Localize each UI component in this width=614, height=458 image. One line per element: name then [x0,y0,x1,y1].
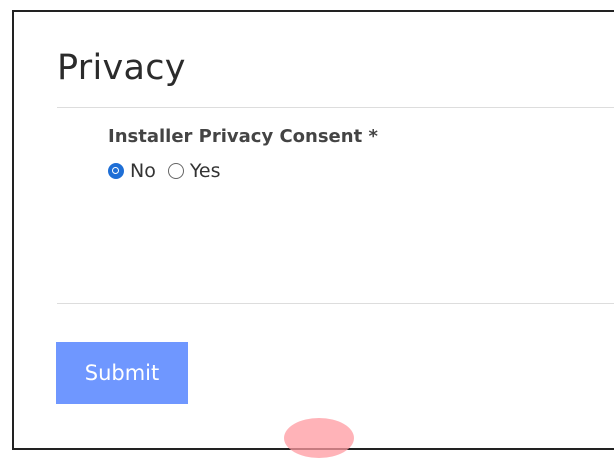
radio-option-no[interactable]: No [108,160,156,182]
privacy-consent-radio-group: No Yes [108,160,233,182]
radio-option-yes[interactable]: Yes [167,160,221,182]
bottom-divider [57,303,614,304]
radio-no-label: No [130,160,156,182]
radio-no-icon[interactable] [108,163,124,179]
radio-yes-label: Yes [189,160,221,182]
bottom-accent-shape [284,418,354,458]
top-divider [57,107,614,108]
radio-yes-icon[interactable] [167,163,184,179]
section-title: Privacy [57,48,186,88]
privacy-consent-label: Installer Privacy Consent * [108,126,378,147]
submit-button[interactable]: Submit [56,342,188,404]
